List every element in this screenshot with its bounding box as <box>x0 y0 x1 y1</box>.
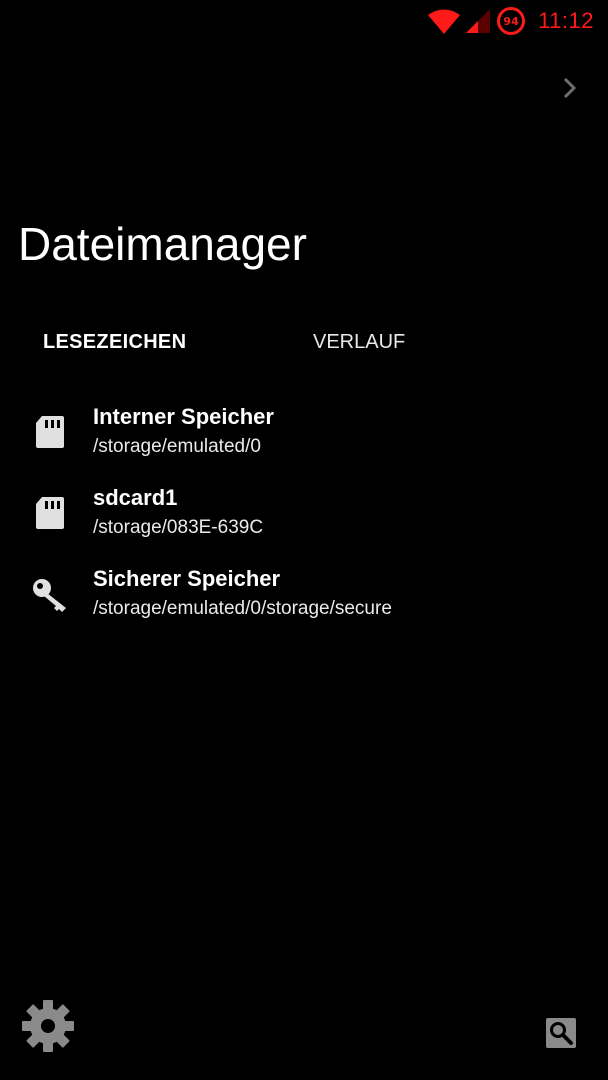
battery-level: 94 <box>503 14 519 28</box>
status-bar: 94 11:12 <box>0 0 608 44</box>
wifi-icon <box>428 9 461 34</box>
cellular-signal-icon <box>466 9 491 33</box>
sd-card-icon <box>36 497 64 529</box>
bookmark-item-secure-storage[interactable]: Sicherer Speicher /storage/emulated/0/st… <box>0 554 608 635</box>
chevron-right-icon[interactable] <box>560 76 580 100</box>
clock: 11:12 <box>538 8 594 33</box>
bookmark-path: /storage/083E-639C <box>93 517 264 538</box>
tab-history[interactable]: VERLAUF <box>313 320 405 364</box>
bookmark-title: Sicherer Speicher <box>93 566 281 591</box>
gear-icon[interactable] <box>20 998 76 1054</box>
bookmark-item-sdcard1[interactable]: sdcard1 /storage/083E-639C <box>0 473 608 554</box>
search-icon[interactable] <box>546 1018 576 1048</box>
bookmark-list: Interner Speicher /storage/emulated/0 sd… <box>0 392 608 635</box>
tab-bookmarks[interactable]: LESEZEICHEN <box>43 320 186 364</box>
bookmark-item-internal-storage[interactable]: Interner Speicher /storage/emulated/0 <box>0 392 608 473</box>
bookmark-path: /storage/emulated/0/storage/secure <box>93 598 392 619</box>
status-icons: 94 11:12 <box>428 6 594 36</box>
sd-card-icon <box>36 416 64 448</box>
bookmark-title: Interner Speicher <box>93 404 274 429</box>
key-icon <box>33 579 66 612</box>
bookmark-path: /storage/emulated/0 <box>93 436 261 457</box>
page-title: Dateimanager <box>18 218 307 270</box>
battery-icon: 94 <box>496 6 526 36</box>
bookmark-title: sdcard1 <box>93 485 178 510</box>
tab-bar: LESEZEICHEN VERLAUF <box>0 320 608 364</box>
